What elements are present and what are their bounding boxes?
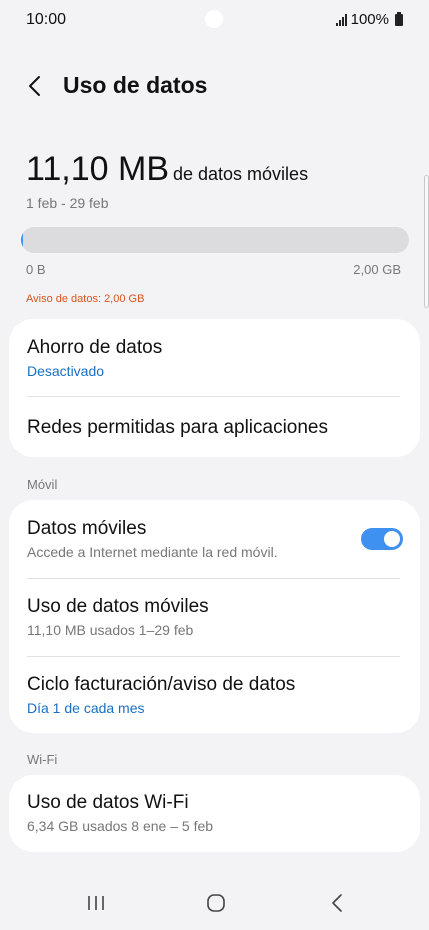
front-camera (205, 10, 223, 28)
mobile-data-toggle[interactable] (361, 528, 403, 550)
allowed-networks-item[interactable]: Redes permitidas para aplicaciones (9, 397, 420, 457)
back-arrow-icon[interactable] (22, 72, 50, 100)
recent-apps-icon[interactable] (86, 895, 106, 911)
mobile-data-item[interactable]: Datos móviles Accede a Internet mediante… (9, 500, 420, 578)
usage-amount: 11,10 MB (26, 150, 170, 188)
data-saver-title: Ahorro de datos (27, 337, 163, 358)
data-saver-status: Desactivado (27, 363, 105, 379)
data-saver-item[interactable]: Ahorro de datos Desactivado (9, 319, 420, 396)
scroll-indicator[interactable] (424, 175, 429, 308)
usage-bar-max-label: 2,00 GB (353, 262, 401, 277)
data-warning-label: Aviso de datos: 2,00 GB (26, 293, 145, 305)
page-title: Uso de datos (63, 72, 208, 98)
status-indicators: 100% (335, 11, 403, 28)
battery-icon (395, 11, 403, 26)
mobile-data-title: Datos móviles (27, 518, 147, 539)
app-header: Uso de datos (0, 62, 429, 110)
mobile-usage-item[interactable]: Uso de datos móviles 11,10 MB usados 1–2… (9, 579, 420, 656)
battery-percent: 100% (350, 11, 389, 28)
status-time: 10:00 (26, 11, 67, 28)
mobile-data-subtitle: Accede a Internet mediante la red móvil. (27, 544, 278, 560)
wifi-usage-title: Uso de datos Wi-Fi (27, 792, 189, 813)
section-label-wifi: Wi-Fi (27, 752, 58, 767)
signal-icon (335, 13, 347, 26)
billing-cycle-title: Ciclo facturación/aviso de datos (27, 674, 296, 695)
mobile-card: Datos móviles Accede a Internet mediante… (9, 500, 420, 733)
wifi-card: Uso de datos Wi-Fi 6,34 GB usados 8 ene … (9, 775, 420, 852)
mobile-usage-subtitle: 11,10 MB usados 1–29 feb (27, 622, 194, 638)
status-bar: 10:00 100% (0, 0, 429, 40)
section-label-mobile: Móvil (27, 477, 58, 492)
nav-back-icon[interactable] (329, 893, 345, 913)
wifi-usage-subtitle: 6,34 GB usados 8 ene – 5 feb (27, 818, 214, 834)
usage-progress-fill (21, 227, 23, 253)
usage-suffix: de datos móviles (173, 164, 309, 184)
mobile-usage-title: Uso de datos móviles (27, 596, 209, 617)
usage-bar-min-label: 0 B (26, 262, 46, 277)
data-saver-card: Ahorro de datos Desactivado Redes permit… (9, 319, 420, 457)
usage-progress-bar (21, 227, 409, 253)
billing-cycle-item[interactable]: Ciclo facturación/aviso de datos Día 1 d… (9, 657, 420, 733)
toggle-knob (384, 531, 400, 547)
system-nav-bar (0, 876, 429, 930)
wifi-usage-item[interactable]: Uso de datos Wi-Fi 6,34 GB usados 8 ene … (9, 775, 420, 852)
billing-cycle-subtitle: Día 1 de cada mes (27, 700, 145, 716)
allowed-networks-title: Redes permitidas para aplicaciones (27, 417, 328, 438)
usage-period: 1 feb - 29 feb (26, 195, 109, 211)
home-icon[interactable] (206, 893, 226, 913)
